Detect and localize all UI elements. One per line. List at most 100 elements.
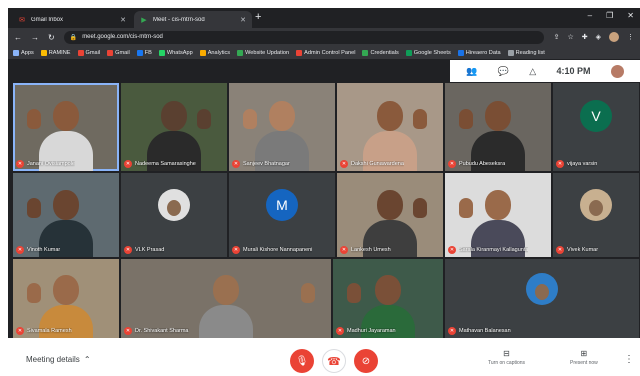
activities-icon[interactable]: △ [529, 66, 536, 77]
bookmark-label: WhatsApp [166, 49, 193, 56]
camera-off-button[interactable]: ⊘ [354, 349, 378, 373]
muted-mic-icon: ✕ [124, 160, 132, 168]
participant-name: Madhuri Jayaraman [347, 328, 396, 334]
participant-face [53, 100, 79, 131]
reload-icon[interactable]: ↻ [48, 33, 55, 42]
leave-call-button[interactable]: ☎ [322, 349, 346, 373]
camera-off-icon: ⊘ [361, 355, 371, 367]
people-icon[interactable]: 👥 [466, 66, 477, 77]
participant-face [485, 100, 511, 131]
bookmark-item[interactable]: FB [136, 49, 152, 56]
participant-tile[interactable]: ✕ Sarala Kiranmayi Kallagunta [445, 173, 551, 257]
browser-toolbar: ← → ↻ 🔒 meet.google.com/cis-mtrn-sod ⇪ ☆… [8, 28, 640, 46]
chat-icon[interactable]: 💬 [498, 66, 509, 77]
meeting-details-label: Meeting details [26, 355, 80, 364]
star-icon[interactable]: ☆ [567, 33, 573, 41]
participant-face [213, 274, 239, 305]
participant-tile[interactable]: M ✕ Murali Kishore Nannapaneni [229, 173, 335, 257]
meet-header: 👥 💬 △ 4:10 PM [450, 60, 640, 82]
bookmark-item[interactable]: Gmail [107, 49, 130, 56]
raised-hand [243, 109, 257, 129]
raised-hand [301, 283, 315, 303]
close-tab-icon[interactable]: ✕ [240, 16, 246, 24]
participant-nameplate: ✕ VLK Prasad [124, 246, 164, 254]
participant-name: Dakshi Gunawardena [351, 161, 404, 167]
muted-mic-icon: ✕ [556, 246, 564, 254]
maximize-button[interactable]: ❐ [606, 11, 613, 20]
chevron-up-icon: ⌃ [83, 355, 91, 364]
back-icon[interactable]: ← [14, 33, 22, 42]
bookmark-item[interactable]: Admin Control Panel [296, 49, 355, 56]
minimize-button[interactable]: – [588, 11, 592, 20]
address-bar[interactable]: 🔒 meet.google.com/cis-mtrn-sod [63, 30, 544, 44]
new-tab-button[interactable]: + [255, 11, 261, 23]
participant-tile[interactable]: ✕ Sivamala Ramesh [13, 259, 119, 338]
forward-icon[interactable]: → [31, 33, 39, 42]
profile-avatar[interactable] [609, 32, 619, 42]
participant-nameplate: ✕ Dr. Shivakant Sharma [124, 327, 189, 335]
bookmark-item[interactable]: Analytics [199, 49, 230, 56]
menu-icon[interactable]: ⋮ [627, 33, 634, 41]
participant-nameplate: ✕ Mathavan Balanesan [448, 327, 511, 335]
self-avatar[interactable] [610, 64, 624, 78]
bookmark-item[interactable]: Gmail [77, 49, 101, 56]
participant-avatar: M [266, 188, 298, 221]
mic-off-button[interactable]: 🎙 [290, 349, 314, 373]
present-button[interactable]: ⊞ Present now [570, 349, 598, 366]
bookmark-icon [136, 49, 143, 56]
participant-tile[interactable]: ✕ Madhuri Jayaraman [333, 259, 443, 338]
participant-tile[interactable]: ✕ Lankesh Umesh [337, 173, 443, 257]
lock-icon: 🔒 [69, 34, 78, 41]
participant-tile[interactable]: ✕ VLK Prasad [121, 173, 227, 257]
participant-tile[interactable]: ✕ Sanjeev Bhatnagar [229, 83, 335, 171]
participant-tile[interactable]: ✕ Dakshi Gunawardena [337, 83, 443, 171]
tab-gmail[interactable]: ✉ Gmail Inbox ✕ [12, 11, 132, 28]
participant-tile[interactable]: ✕ Janani Ovisiampole [13, 83, 119, 171]
participant-tile[interactable]: ✕ Vinoth Kumar [13, 173, 119, 257]
bookmark-item[interactable]: WhatsApp [158, 49, 193, 56]
puzzle-icon[interactable]: ◈ [596, 33, 601, 41]
participant-nameplate: ✕ Murali Kishore Nannapaneni [232, 246, 312, 254]
close-tab-icon[interactable]: ✕ [120, 16, 126, 24]
participant-tile[interactable]: V ✕ vijaya varsin [553, 83, 639, 171]
participant-tile[interactable]: ✕ Mathavan Balanesan [445, 259, 639, 338]
participant-tile[interactable]: ✕ Pubudu Abeseksra [445, 83, 551, 171]
meeting-details-button[interactable]: Meeting details ⌃ [26, 355, 91, 364]
participant-face [377, 189, 403, 220]
bookmark-item[interactable]: Credentials [362, 49, 399, 56]
participant-tile[interactable]: ✕ Vivek Kumar [553, 173, 639, 257]
participant-nameplate: ✕ Pubudu Abeseksra [448, 160, 505, 168]
participant-tile[interactable]: ✕ Dr. Shivakant Sharma [121, 259, 331, 338]
bookmark-item[interactable]: Website Updation [237, 49, 289, 56]
participant-name: VLK Prasad [135, 247, 165, 253]
extensions-icon[interactable]: ✚ [582, 33, 588, 41]
share-icon[interactable]: ⇪ [554, 33, 560, 41]
muted-mic-icon: ✕ [340, 246, 348, 254]
muted-mic-icon: ✕ [448, 246, 456, 254]
muted-mic-icon: ✕ [232, 160, 240, 168]
close-window-button[interactable]: ✕ [627, 11, 634, 20]
raised-hand [27, 109, 41, 129]
participant-face [53, 189, 79, 220]
bookmark-label: Gmail [85, 49, 101, 56]
bookmark-icon [13, 49, 19, 56]
phone-hangup-icon: ☎ [327, 355, 341, 368]
bookmark-item[interactable]: RAMINE [40, 49, 71, 56]
participant-nameplate: ✕ Sanjeev Bhatnagar [232, 160, 290, 168]
window-controls: – ❐ ✕ [588, 11, 634, 20]
toolbar-icons: ⇪ ☆ ✚ ◈ ⋮ [554, 32, 634, 42]
captions-button[interactable]: ⊟ Turn on captions [488, 349, 525, 366]
bookmark-label: Gmail [115, 49, 130, 56]
bookmark-label: Credentials [370, 49, 399, 56]
participant-avatar: V [580, 100, 612, 133]
avatar-photo [535, 284, 549, 301]
more-options-icon[interactable]: ⋮ [624, 354, 634, 365]
bookmark-item[interactable]: Apps [13, 49, 34, 56]
bookmark-item[interactable]: Hireaero Data [457, 49, 501, 56]
participant-tile[interactable]: ✕ Nadeema Samarasinghe [121, 83, 227, 171]
tab-meet[interactable]: ▶ Meet - cis-mtrn-sod ✕ [134, 11, 252, 28]
bookmark-item[interactable]: Google Sheets [405, 49, 451, 56]
bookmark-icon [158, 49, 165, 56]
bookmark-item[interactable]: Reading list [507, 49, 545, 56]
participant-nameplate: ✕ Dakshi Gunawardena [340, 160, 404, 168]
